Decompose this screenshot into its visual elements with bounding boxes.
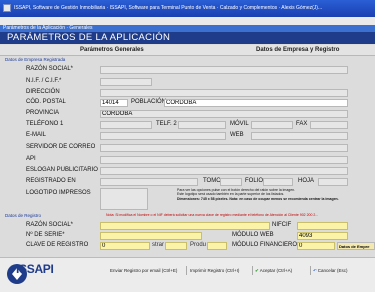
telefono1-input[interactable] (100, 121, 152, 129)
n-serie-input[interactable] (100, 232, 202, 240)
direccion-label: DIRECCIÓN (26, 89, 60, 95)
app-icon (3, 4, 11, 12)
footer-divider (310, 266, 311, 275)
send-email-button[interactable]: Enviar Registro por email (Ctrl+E) (110, 268, 177, 273)
estrar-label: strar (152, 242, 164, 248)
eslogan-label: ESLOGAN PUBLICITARIO (26, 167, 98, 173)
section-registro: Datos de Registro (5, 213, 42, 218)
datos-empresa-button[interactable]: Datos de Empre (337, 242, 375, 250)
cod-postal-label: CÓD. POSTAL (26, 99, 66, 105)
n-serie-label: Nº DE SERIE* (26, 232, 65, 238)
check-icon: ✔ (255, 268, 259, 273)
fax-label: FAX (296, 121, 308, 127)
page-title: PARÁMETROS DE LA APLICACIÓN (7, 32, 171, 43)
cancel-button[interactable]: ↶Cancelar (Esc) (313, 268, 348, 274)
modulo-financiero-label: MÓDULO FINANCIERO (232, 242, 298, 248)
provincia-label: PROVINCIA (26, 110, 60, 116)
email-label: E-MAIL (26, 132, 47, 138)
window-title: ISSAPI, Software de Gestión Inmobiliaria… (14, 5, 323, 11)
menu-strip (0, 17, 375, 25)
logotipo-image[interactable] (100, 188, 148, 210)
razon-social-label: RAZÓN SOCIAL* (26, 66, 74, 72)
nificif-input[interactable] (297, 222, 348, 230)
movil-input[interactable] (251, 121, 293, 129)
undo-icon: ↶ (313, 268, 317, 273)
produ-label: Produ (190, 242, 207, 248)
cod-postal-input[interactable]: 14014 (100, 99, 128, 107)
folio-input[interactable] (263, 178, 293, 186)
api-label: API (26, 156, 36, 162)
tomo-label: TOMO (203, 178, 221, 184)
footer-logo-text: ISSAPI (16, 262, 54, 276)
folio-label: FOLIO (245, 178, 264, 184)
print-registro-button[interactable]: Imprimir Registro (Ctrl+I) (190, 268, 239, 273)
section-empresa: Datos de Empresa Registrada (5, 57, 66, 62)
telf2-label: TELF. 2 (156, 121, 177, 127)
email-input[interactable] (100, 132, 226, 140)
clave-registro-label: CLAVE DE REGISTRO (26, 242, 89, 248)
footer-divider (186, 266, 187, 275)
registrado-en-input[interactable] (100, 178, 198, 186)
footer-divider (252, 266, 253, 275)
tab-parametros-generales[interactable]: Parámetros Generales (80, 47, 144, 53)
fax-input[interactable] (310, 121, 348, 129)
poblacion-input[interactable]: CORDOBA (164, 99, 348, 107)
hoja-input[interactable] (318, 178, 348, 186)
logotipo-note-3: Dimensiones: 745 x 58 píxeles. Nota: en … (177, 196, 339, 201)
nif-input[interactable] (100, 78, 152, 86)
registrado-en-label: REGISTRADO EN (26, 178, 76, 184)
accept-button[interactable]: ✔Aceptar (Ctrl+A) (255, 268, 292, 274)
reg-razon-social-input[interactable] (100, 222, 270, 230)
eslogan-input[interactable] (100, 167, 348, 175)
reg-razon-social-label: RAZÓN SOCIAL* (26, 222, 74, 228)
api-input[interactable] (100, 156, 348, 164)
razon-social-input[interactable] (100, 66, 348, 74)
print-registro-label: Imprimir Registro (Ctrl+I) (190, 268, 240, 273)
servidor-correo-input[interactable] (100, 144, 348, 152)
web-input[interactable] (251, 132, 348, 140)
nificif-label: NIFCIF (272, 222, 292, 228)
telefono1-label: TELÉFONO 1 (26, 121, 64, 127)
provincia-input[interactable]: CORDOBA (100, 110, 348, 118)
tab-datos-empresa[interactable]: Datos de Empresa y Registro (256, 47, 339, 53)
movil-label: MÓVIL (230, 121, 249, 127)
footer-bar (0, 257, 375, 292)
poblacion-label: POBLACIÓN (131, 99, 167, 105)
registro-warning: Nota: Si modifica el Nombre o el NIF deb… (106, 213, 319, 217)
accept-label: Aceptar (Ctrl+A) (259, 268, 293, 273)
modulo-web-input[interactable]: 4093 (297, 232, 348, 240)
web-label: WEB (230, 132, 244, 138)
cancel-label: Cancelar (Esc) (317, 268, 348, 273)
telf2-input[interactable] (178, 121, 226, 129)
send-email-label: Enviar Registro por email (Ctrl+E) (110, 268, 178, 273)
window-titlebar: ISSAPI, Software de Gestión Inmobiliaria… (0, 0, 375, 17)
clave-registro-input[interactable]: 0 (100, 242, 150, 250)
panel-caption: Parámetros de la Aplicación · Generales (3, 25, 93, 31)
nif-label: N.I.F. / C.I.F.* (26, 78, 62, 84)
tomo-input[interactable] (220, 178, 242, 186)
hoja-label: HOJA (298, 178, 315, 184)
page-header: PARÁMETROS DE LA APLICACIÓN (0, 32, 375, 44)
column-headers: Parámetros Generales Datos de Empresa y … (0, 45, 375, 56)
modulo-web-label: MÓDULO WEB (232, 232, 274, 238)
panel-caption-bar: Parámetros de la Aplicación · Generales (0, 25, 375, 32)
logotipo-label: LOGOTIPO IMPRESOS (26, 190, 91, 196)
direccion-input[interactable] (100, 89, 348, 97)
produ-input[interactable] (207, 242, 227, 250)
modulo-financiero-input[interactable]: 0 (297, 242, 335, 250)
logotipo-notes: Para ver las opciones pulse con el botón… (177, 188, 375, 201)
servidor-correo-label: SERVIDOR DE CORREO (26, 144, 96, 150)
estrar-input[interactable] (165, 242, 187, 250)
